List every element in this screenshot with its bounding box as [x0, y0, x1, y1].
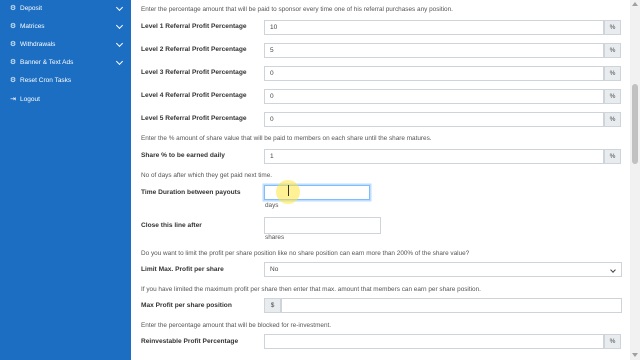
- chevron-down-icon: [610, 267, 616, 273]
- share-pct-input[interactable]: 1: [264, 149, 604, 164]
- help-text-limit: Do you want to limit the profit per shar…: [141, 250, 470, 257]
- level2-input[interactable]: 5: [264, 43, 604, 58]
- share-pct-label: Share % to be earned daily: [141, 152, 225, 159]
- gears-icon: ⚙: [9, 23, 17, 30]
- percent-addon: %: [604, 89, 621, 104]
- gears-icon: ⚙: [9, 59, 17, 66]
- sidebar-item-deposit[interactable]: ⚙ Deposit: [0, 0, 131, 17]
- gears-icon: ⚙: [9, 77, 17, 84]
- help-text-days: No of days after which they get paid nex…: [141, 172, 273, 179]
- percent-addon: %: [604, 43, 621, 58]
- limit-max-select[interactable]: No: [264, 262, 622, 277]
- percent-addon: %: [604, 66, 621, 81]
- level4-label: Level 4 Referral Profit Percentage: [141, 92, 247, 99]
- help-text-reinvest: Enter the percentage amount that will be…: [141, 322, 332, 329]
- scrollbar-thumb[interactable]: [632, 84, 638, 164]
- scrollbar[interactable]: [630, 0, 640, 360]
- settings-form: Enter the percentage amount that will be…: [131, 0, 630, 360]
- sidebar-item-label: Banner & Text Ads: [20, 59, 74, 66]
- text-cursor-icon: [288, 185, 289, 196]
- duration-label: Time Duration between payouts: [141, 189, 241, 196]
- limit-max-value: No: [270, 266, 279, 273]
- sidebar-item-withdrawals[interactable]: ⚙ Withdrawals: [0, 36, 131, 53]
- close-line-suffix: shares: [265, 234, 285, 241]
- sidebar-item-matrices[interactable]: ⚙ Matrices: [0, 18, 131, 35]
- level3-label: Level 3 Referral Profit Percentage: [141, 69, 247, 76]
- percent-addon: %: [604, 149, 621, 164]
- gears-icon: ⚙: [9, 41, 17, 48]
- limit-max-label: Limit Max. Profit per share: [141, 266, 224, 273]
- close-line-label: Close this line after: [141, 222, 202, 229]
- chevron-down-icon: [115, 21, 124, 30]
- sidebar-item-label: Withdrawals: [20, 41, 56, 48]
- reinvest-label: Reinvestable Profit Percentage: [141, 338, 239, 345]
- level5-label: Level 5 Referral Profit Percentage: [141, 115, 247, 122]
- percent-addon: %: [604, 20, 621, 35]
- chevron-down-icon: [115, 57, 124, 66]
- max-profit-label: Max Profit per share position: [141, 302, 232, 309]
- level5-input[interactable]: 0: [264, 112, 604, 127]
- level1-input[interactable]: 10: [264, 20, 604, 35]
- sidebar-item-label: Deposit: [20, 5, 43, 12]
- dollar-addon: $: [264, 298, 281, 313]
- help-text-share: Enter the % amount of share value that w…: [141, 135, 432, 142]
- gears-icon: ⚙: [9, 5, 17, 12]
- scroll-up-icon[interactable]: [632, 2, 638, 6]
- level4-input[interactable]: 0: [264, 89, 604, 104]
- reinvest-input[interactable]: [264, 334, 604, 349]
- level2-label: Level 2 Referral Profit Percentage: [141, 46, 247, 53]
- sidebar: ⚙ Deposit ⚙ Matrices ⚙ Withdrawals ⚙ Ban…: [0, 0, 131, 360]
- close-line-input[interactable]: [264, 217, 381, 234]
- level3-input[interactable]: 0: [264, 66, 604, 81]
- level1-label: Level 1 Referral Profit Percentage: [141, 23, 247, 30]
- percent-addon: %: [604, 112, 621, 127]
- sidebar-item-label: Logout: [20, 96, 40, 103]
- chevron-down-icon: [115, 3, 124, 12]
- help-text-sponsor: Enter the percentage amount that will be…: [141, 6, 453, 13]
- percent-addon: %: [604, 334, 621, 349]
- sidebar-item-label: Matrices: [20, 23, 45, 30]
- sidebar-item-reset-cron-tasks[interactable]: ⚙ Reset Cron Tasks: [0, 72, 131, 89]
- sidebar-item-label: Reset Cron Tasks: [20, 77, 72, 84]
- sidebar-item-logout[interactable]: ⇥ Logout: [0, 91, 131, 108]
- max-profit-input[interactable]: [281, 298, 622, 313]
- chevron-down-icon: [115, 39, 124, 48]
- scroll-down-icon[interactable]: [632, 353, 638, 357]
- duration-suffix: days: [265, 202, 279, 209]
- logout-icon: ⇥: [10, 96, 16, 103]
- help-text-max-profit: If you have limited the maximum profit p…: [141, 286, 481, 293]
- sidebar-item-banner-text-ads[interactable]: ⚙ Banner & Text Ads: [0, 54, 131, 71]
